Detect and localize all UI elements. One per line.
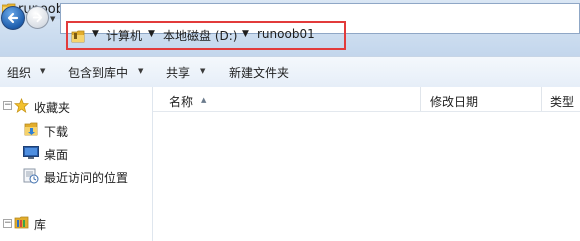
breadcrumb-separator[interactable]: ▼ xyxy=(148,29,155,39)
file-list-empty-area[interactable] xyxy=(153,112,580,241)
chevron-down-icon: ▼ xyxy=(138,67,144,75)
collapse-libraries-toggle[interactable]: − xyxy=(3,219,12,228)
column-date-label: 修改日期 xyxy=(430,95,479,109)
chevron-down-icon: ▼ xyxy=(200,67,206,75)
file-list-header: 名称 ▲ 修改日期 类型 xyxy=(153,87,580,112)
breadcrumb-separator[interactable]: ▼ xyxy=(242,29,249,39)
desktop-icon xyxy=(23,146,39,160)
arrow-right-icon xyxy=(31,11,44,24)
star-icon xyxy=(14,98,29,113)
organize-button[interactable]: 组织 xyxy=(7,64,31,81)
collapse-favorites-toggle[interactable]: − xyxy=(3,101,12,110)
share-button[interactable]: 共享 xyxy=(166,64,190,81)
recent-pages-dropdown[interactable]: ▼ xyxy=(50,15,55,23)
breadcrumb-runoob01[interactable]: runoob01 xyxy=(257,27,315,41)
forward-button[interactable] xyxy=(26,6,49,29)
downloads-folder-icon xyxy=(24,121,39,137)
breadcrumb-computer[interactable]: 计算机 xyxy=(106,27,142,44)
breadcrumb-local-disk[interactable]: 本地磁盘 (D:) xyxy=(163,27,237,44)
column-date-modified[interactable]: 修改日期 xyxy=(421,87,541,111)
chevron-down-icon: ▼ xyxy=(40,67,46,75)
nav-favorites[interactable]: 收藏夹 xyxy=(34,99,70,116)
nav-libraries[interactable]: 库 xyxy=(34,216,46,233)
arrow-left-icon xyxy=(6,11,20,25)
nav-downloads[interactable]: 下载 xyxy=(44,123,68,140)
libraries-icon xyxy=(14,215,30,230)
folder-icon xyxy=(71,29,86,44)
include-in-library-button[interactable]: 包含到库中 xyxy=(68,64,128,81)
column-name[interactable]: 名称 ▲ xyxy=(153,87,419,111)
nav-desktop[interactable]: 桌面 xyxy=(44,146,68,163)
back-button[interactable] xyxy=(1,6,25,30)
column-type-label: 类型 xyxy=(550,95,575,109)
sort-ascending-icon: ▲ xyxy=(201,96,207,104)
column-type[interactable]: 类型 xyxy=(542,87,580,111)
nav-recent-places[interactable]: 最近访问的位置 xyxy=(44,169,128,186)
breadcrumb-separator[interactable]: ▼ xyxy=(92,29,99,39)
command-toolbar: 组织 ▼ 包含到库中 ▼ 共享 ▼ 新建文件夹 xyxy=(0,56,580,88)
recent-places-icon xyxy=(23,168,39,184)
new-folder-button[interactable]: 新建文件夹 xyxy=(229,64,289,81)
column-name-label: 名称 xyxy=(169,95,194,109)
